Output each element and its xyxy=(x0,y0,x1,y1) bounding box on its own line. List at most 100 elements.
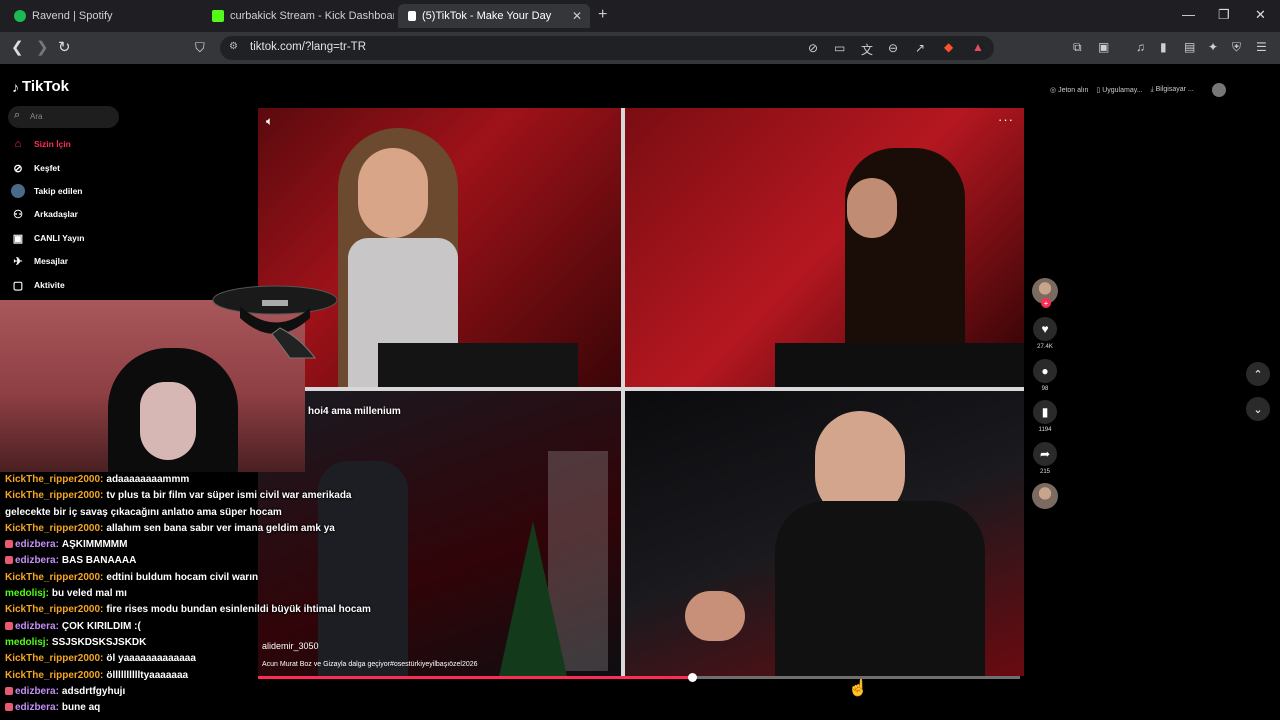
get-app-button[interactable]: ▯ Uygulamay... xyxy=(1096,86,1142,94)
bookmark-icon: ▮ xyxy=(1033,400,1057,424)
previous-video-button[interactable]: ⌃ xyxy=(1246,362,1270,386)
nav-for-you[interactable]: ⌂ Sizin İçin xyxy=(10,135,71,153)
search-input[interactable]: ⌕ Ara xyxy=(8,106,119,128)
chat-text: AŞKIMMMMM xyxy=(61,539,128,551)
computer-label: Bilgisayar ... xyxy=(1155,86,1194,93)
comment-button[interactable]: ● 98 xyxy=(1033,359,1057,392)
chat-text: BAS BANAAAA xyxy=(61,555,137,567)
tiktok-logo[interactable]: ♪ TikTok xyxy=(12,78,69,95)
progress-knob[interactable] xyxy=(688,673,698,682)
chat-text: öl yaaaaaaaaaaaaa xyxy=(106,653,196,665)
compass-icon: ⊘ xyxy=(13,162,23,175)
like-button[interactable]: ♥ 27.4K xyxy=(1033,317,1057,350)
leo-icon[interactable]: ✦ xyxy=(1208,40,1218,54)
save-count: 1194 xyxy=(1038,427,1052,433)
chat-message: edizbera: adsdrtfgyhujı xyxy=(5,684,425,700)
share-button[interactable]: ➦ 215 xyxy=(1033,442,1057,475)
chat-username: edizbera: xyxy=(15,620,59,632)
tab-kick[interactable]: curbakick Stream - Kick Dashboard xyxy=(202,4,394,28)
wallet-icon[interactable]: ▤ xyxy=(1184,40,1195,54)
minimize-button[interactable]: — xyxy=(1182,7,1195,22)
brave-rewards-icon[interactable]: ▲ xyxy=(972,40,984,54)
chat-message: edizbera: AŞKIMMMMM xyxy=(5,537,425,553)
friends-icon: ⚇ xyxy=(13,208,23,221)
nav-label: CANLI Yayın xyxy=(34,233,85,243)
close-window-button[interactable]: ✕ xyxy=(1255,7,1266,23)
chat-text: adaaaaaaaammm xyxy=(106,474,190,485)
bookmark-icon[interactable]: ⛉ xyxy=(195,40,205,56)
brave-shield-icon[interactable]: ◆ xyxy=(944,40,953,54)
chat-text: bune aq xyxy=(61,702,101,714)
nav-activity[interactable]: ▢ Aktivite xyxy=(10,276,65,294)
profile-avatar[interactable] xyxy=(1211,83,1226,97)
nav-live[interactable]: ▣ CANLI Yayın xyxy=(10,229,85,247)
get-coins-button[interactable]: ◎ Jeton alın xyxy=(1050,86,1088,94)
chat-text: tv plus ta bir film var süper ismi civil… xyxy=(106,490,352,502)
volume-icon[interactable]: 🔈︎ xyxy=(266,114,273,129)
more-options-icon[interactable]: ··· xyxy=(998,112,1014,127)
chat-message: KickThe_ripper2000: allahım sen bana sabı… xyxy=(5,521,425,537)
chat-message: KickThe_ripper2000: adaaaaaaaammm xyxy=(5,472,425,488)
music-icon[interactable]: ♫ xyxy=(1136,40,1145,54)
chat-message: KickThe_ripper2000: fire rises modu bunda… xyxy=(5,602,425,618)
chat-username: KickThe_ripper2000: xyxy=(5,669,104,681)
save-button[interactable]: ▮ 1194 xyxy=(1033,400,1057,433)
restore-button[interactable]: ❐ xyxy=(1218,7,1230,23)
browser-toolbar: ❮ ❯ ↻ ⛉ ⚙ tiktok.com/?lang=tr-TR ⊘ ▭ 文 ⊖… xyxy=(0,32,1280,64)
sound-avatar xyxy=(1032,483,1058,509)
cast-icon[interactable]: ▭ xyxy=(834,41,845,55)
close-tab-icon[interactable]: ✕ xyxy=(572,9,582,23)
share-icon[interactable]: ↗ xyxy=(915,41,925,55)
follow-plus-icon[interactable]: + xyxy=(1041,298,1051,308)
tab-tiktok[interactable]: (5)TikTok - Make Your Day ✕ xyxy=(398,4,590,28)
forward-button[interactable]: ❯ xyxy=(36,38,49,56)
zoom-icon[interactable]: ⊖ xyxy=(888,41,898,55)
new-tab-button[interactable]: + xyxy=(598,6,607,24)
share-count: 215 xyxy=(1039,469,1050,475)
next-video-button[interactable]: ⌄ xyxy=(1246,397,1270,421)
heart-icon: ♥ xyxy=(1033,317,1057,341)
chat-message: KickThe_ripper2000: ölllllllllltyaaaaaaa xyxy=(5,668,425,684)
chat-username: edizbera: xyxy=(15,555,59,567)
chat-message: medolisj: SSJSKDSKSJSKDK xyxy=(5,635,425,651)
chat-text: SSJSKDSKSJSKDK xyxy=(51,636,147,648)
get-desktop-button[interactable]: ⤓ Bilgisayar ... xyxy=(1151,86,1194,94)
nav-friends[interactable]: ⚇ Arkadaşlar xyxy=(10,205,78,223)
nav-messages[interactable]: ✈ Mesajlar xyxy=(10,252,68,270)
share-icon: ➦ xyxy=(1033,442,1057,466)
tab-spotify[interactable]: Ravend | Spotify xyxy=(4,4,200,28)
tab-title: (5)TikTok - Make Your Day xyxy=(422,10,552,22)
chat-username: medolisj: xyxy=(5,588,49,600)
tiktok-icon xyxy=(408,11,416,21)
nav-explore[interactable]: ⊘ Keşfet xyxy=(10,159,60,177)
chat-username: KickThe_ripper2000: xyxy=(5,604,104,616)
site-info-icon[interactable]: ⚙ xyxy=(229,41,238,52)
chat-username: KickThe_ripper2000: xyxy=(5,571,104,583)
nav-label: Keşfet xyxy=(34,163,60,173)
back-button[interactable]: ❮ xyxy=(11,38,24,56)
chevron-down-icon: ⌄ xyxy=(1253,403,1263,416)
nav-following[interactable]: Takip edilen xyxy=(10,182,83,200)
tab-search-icon[interactable]: ▣ xyxy=(1098,40,1109,54)
extensions-icon[interactable]: ⧉ xyxy=(1073,40,1082,55)
address-bar[interactable]: ⚙ tiktok.com/?lang=tr-TR ⊘ ▭ 文 ⊖ ↗ ◆ ▲ xyxy=(220,36,994,60)
media-icon[interactable]: ⊘ xyxy=(808,41,818,55)
vpn-icon[interactable]: ⛨ xyxy=(1232,40,1241,55)
chat-badge-icon xyxy=(5,686,13,695)
sound-avatar-button[interactable] xyxy=(1032,483,1058,509)
menu-icon[interactable]: ☰ xyxy=(1256,40,1267,54)
chat-overlay: KickThe_ripper2000: adaaaaaaaammm KickThe_… xyxy=(5,472,425,716)
chat-text: adsdrtfgyhujı xyxy=(61,685,126,697)
browser-tab-bar: Ravend | Spotify curbakick Stream - Kick… xyxy=(0,0,1280,32)
translate-icon[interactable]: 文 xyxy=(861,41,873,58)
chat-message: edizbera: BAS BANAAAA xyxy=(5,553,425,569)
chat-text: ölllllllllltyaaaaaaa xyxy=(106,669,189,681)
sidebar-icon[interactable]: ▮ xyxy=(1160,40,1167,54)
chat-username: KickThe_ripper2000: xyxy=(5,490,104,502)
comment-icon: ● xyxy=(1033,359,1057,383)
messages-icon: ✈ xyxy=(13,255,23,268)
creator-avatar-button[interactable]: + xyxy=(1032,278,1058,308)
chat-username: medolisj: xyxy=(5,636,49,648)
streamer-face xyxy=(140,382,196,460)
reload-button[interactable]: ↻ xyxy=(58,38,71,56)
